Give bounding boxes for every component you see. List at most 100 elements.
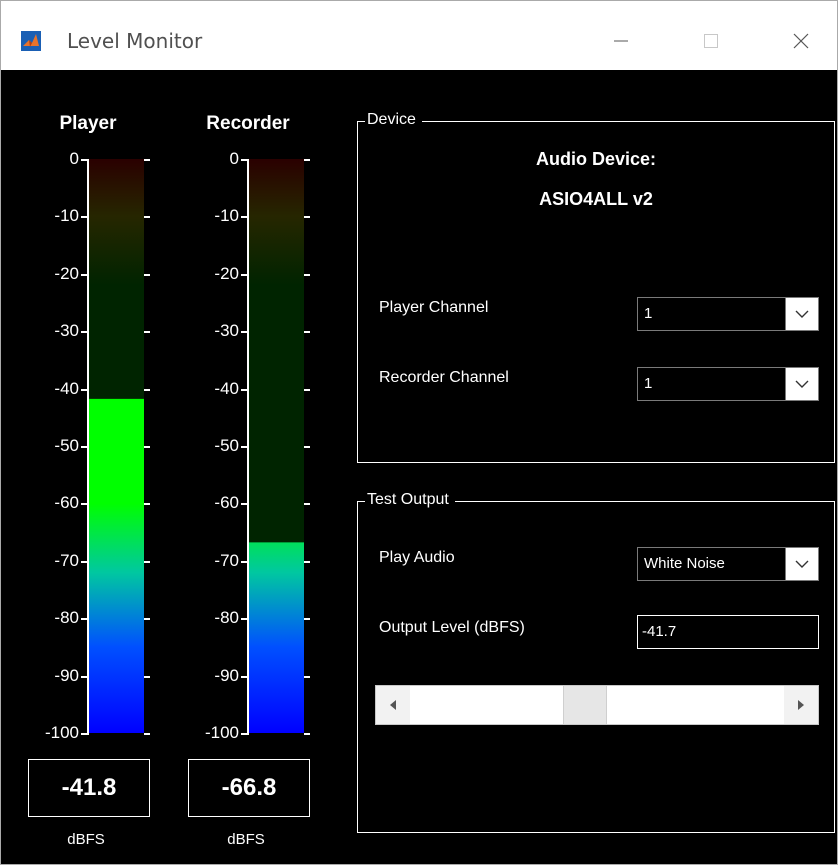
scale-tick — [81, 503, 89, 506]
scale-tick — [81, 388, 89, 391]
scale-tick — [241, 331, 249, 334]
chevron-down-icon[interactable] — [785, 548, 818, 580]
scale-label: -100 — [44, 723, 79, 742]
scale-tick — [81, 159, 89, 161]
scale-tick — [241, 503, 249, 506]
scale-tick — [144, 733, 150, 735]
scale-label: -60 — [54, 493, 79, 513]
output-level-field[interactable]: -41.7 — [637, 615, 819, 649]
scale-tick — [81, 675, 89, 678]
recorder-channel-label: Recorder Channel — [379, 369, 509, 386]
scale-tick — [144, 503, 150, 506]
scale-tick — [81, 618, 89, 621]
scale-tick — [81, 446, 89, 448]
play-audio-value: White Noise — [644, 555, 725, 572]
maximize-button[interactable] — [689, 23, 733, 59]
recorder-level-readout: -66.8 — [188, 759, 310, 817]
scale-tick — [241, 675, 249, 678]
title-bar: Level Monitor — [1, 1, 837, 70]
scale-tick — [304, 503, 310, 506]
window-title: Level Monitor — [67, 29, 203, 53]
chevron-down-icon[interactable] — [785, 368, 818, 400]
scale-tick — [241, 388, 249, 391]
close-button[interactable] — [779, 23, 823, 59]
scale-tick — [81, 216, 89, 219]
scale-tick — [144, 331, 150, 334]
scale-tick — [241, 446, 249, 448]
scale-label: -30 — [214, 321, 239, 341]
scale-tick — [144, 273, 150, 276]
scale-tick — [304, 331, 310, 334]
scale-tick — [144, 560, 150, 563]
scale-label: -10 — [54, 206, 79, 226]
level-monitor-window: Level Monitor Player 0 -10 -20 -30 -40 -50 -60… — [0, 0, 838, 865]
scale-tick — [81, 331, 89, 334]
scale-label: -90 — [214, 665, 239, 685]
scale-label: -90 — [54, 665, 79, 685]
caret-left-icon — [390, 700, 396, 710]
scale-tick — [241, 560, 249, 563]
close-icon — [793, 33, 809, 49]
minimize-icon — [614, 40, 628, 42]
scale-label: 0 — [229, 149, 239, 168]
scale-tick — [144, 675, 150, 678]
scale-tick — [304, 446, 310, 448]
play-audio-dropdown[interactable]: White Noise — [637, 547, 819, 581]
scale-label: -40 — [54, 378, 79, 398]
scale-label: -100 — [204, 723, 239, 742]
scale-tick — [241, 618, 249, 621]
slider-left-arrow[interactable] — [376, 686, 410, 724]
caret-right-icon — [798, 700, 804, 710]
output-level-slider[interactable] — [375, 685, 819, 725]
scale-tick — [81, 560, 89, 563]
scale-tick — [81, 273, 89, 276]
scale-label: 0 — [69, 149, 79, 168]
scale-label: -50 — [54, 436, 79, 455]
scale-tick — [241, 273, 249, 276]
scale-label: -50 — [214, 436, 239, 455]
scale-tick — [144, 446, 150, 448]
scale-tick — [304, 675, 310, 678]
player-meter-title: Player — [59, 113, 117, 134]
device-panel — [357, 121, 835, 463]
scale-tick — [241, 159, 249, 161]
player-channel-dropdown[interactable]: 1 — [637, 297, 819, 331]
chevron-down-icon[interactable] — [785, 298, 818, 330]
slider-right-arrow[interactable] — [784, 686, 818, 724]
scale-label: -30 — [54, 321, 79, 341]
player-level-meter — [89, 159, 144, 733]
slider-thumb[interactable] — [562, 686, 607, 724]
scale-label: -80 — [54, 608, 79, 628]
scale-label: -60 — [214, 493, 239, 513]
scale-tick — [144, 618, 150, 621]
scale-tick — [144, 216, 150, 219]
scale-tick — [304, 216, 310, 219]
scale-tick — [241, 216, 249, 219]
scale-tick — [241, 733, 249, 735]
maximize-icon — [704, 34, 718, 48]
scale-tick — [304, 388, 310, 391]
play-audio-label: Play Audio — [379, 549, 455, 566]
test-output-panel-title: Test Output — [365, 491, 455, 509]
scale-label: -70 — [214, 550, 239, 570]
output-level-value: -41.7 — [642, 623, 677, 640]
recorder-channel-value: 1 — [644, 375, 653, 392]
scale-tick — [144, 388, 150, 391]
recorder-channel-dropdown[interactable]: 1 — [637, 367, 819, 401]
scale-label: -10 — [214, 206, 239, 226]
device-panel-title: Device — [365, 111, 422, 129]
scale-tick — [144, 159, 150, 161]
scale-tick — [304, 560, 310, 563]
scale-tick — [304, 733, 310, 735]
minimize-button[interactable] — [599, 23, 643, 59]
scale-label: -20 — [54, 263, 79, 283]
scale-label: -80 — [214, 608, 239, 628]
scale-tick — [304, 159, 310, 161]
player-channel-value: 1 — [644, 305, 653, 322]
matlab-icon — [21, 31, 41, 51]
recorder-level-meter — [249, 159, 304, 733]
scale-label: -20 — [214, 263, 239, 283]
audio-device-heading: Audio Device: — [535, 149, 657, 169]
recorder-meter-title: Recorder — [206, 113, 290, 134]
recorder-unit-label: dBFS — [227, 831, 265, 848]
